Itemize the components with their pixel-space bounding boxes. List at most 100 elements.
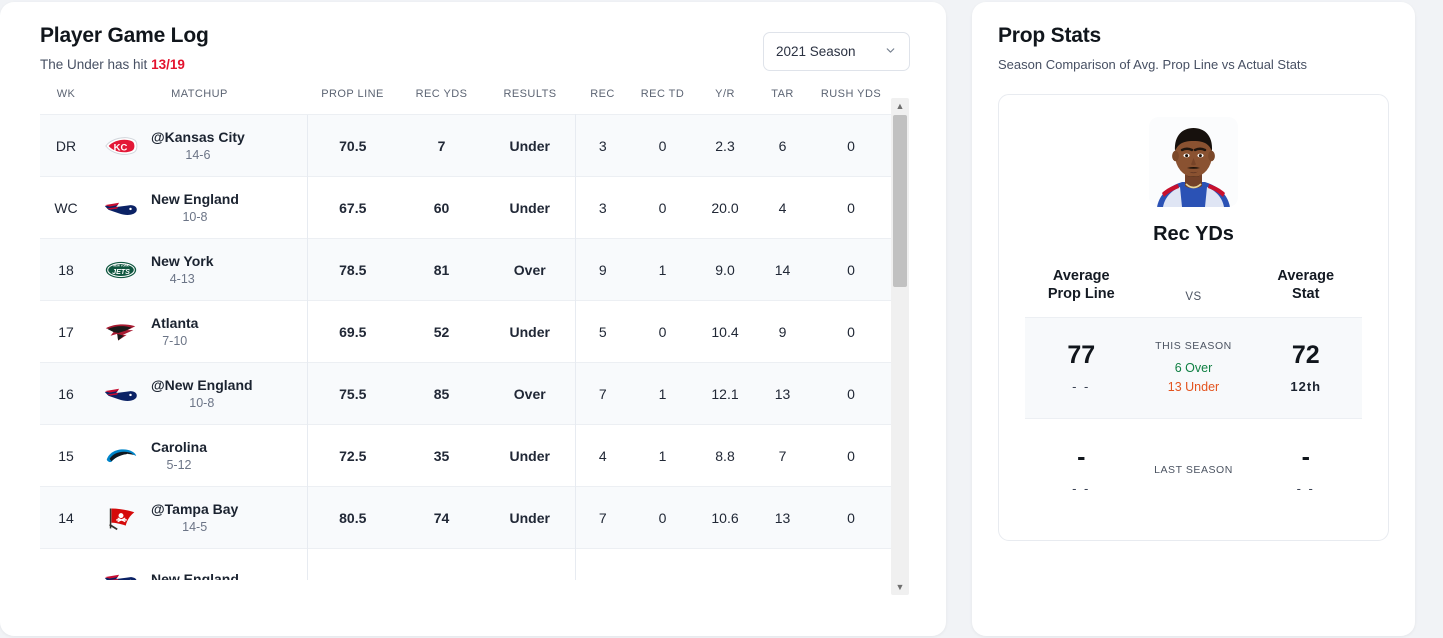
cell-rush-yds: 0 [810,424,892,487]
cell-result: Over [485,362,576,425]
this-season-under-count: 13 Under [1167,380,1220,395]
team-logo-icon [102,503,140,533]
team-logo-icon: KC [102,131,140,161]
team-name: New England [151,571,239,580]
cell-matchup: Carolina 5-12 [92,424,307,487]
avg-stat-label-line2: Stat [1292,285,1320,302]
cell-rush-yds [810,548,892,580]
cell-yr: 2.3 [695,114,755,177]
team-name: New York [151,252,214,269]
column-header-matchup[interactable]: MATCHUP [92,88,307,115]
team-logo-icon [102,379,140,409]
cell-rec-td: 1 [630,238,695,301]
table-row[interactable]: WC New England 10-8 67.5 60 Under 3 0 20.0 4 0 [40,176,892,239]
column-header-results[interactable]: RESULTS [485,88,575,115]
team-info: New England [151,571,239,580]
team-info: Atlanta 7-10 [151,315,198,349]
team-record: 14-6 [185,148,211,163]
last-season-label: LAST SEASON [1154,463,1233,476]
team-record: 5-12 [166,458,192,473]
cell-yr: 12.1 [695,362,755,425]
column-header-prop-line[interactable]: PROP LINE [307,88,398,115]
cell-tar: 13 [755,362,810,425]
table-row[interactable]: DR KC @Kansas City 14-6 70.5 7 Under 3 0 2.3 6 0 [40,114,892,177]
table-header: WK MATCHUP PROP LINE REC YDS RESULTS REC… [40,88,892,115]
cell-prop-line: 78.5 [306,238,398,301]
comparison-header-left: Average Prop Line [1025,268,1138,303]
team-logo-icon [102,193,140,223]
cell-rec: 4 [575,424,630,487]
team-name: @Tampa Bay [151,500,239,517]
comparison-header-mid: VS [1138,291,1250,303]
team-name: @New England [151,376,253,393]
table-header-row: WK MATCHUP PROP LINE REC YDS RESULTS REC… [40,88,892,115]
team-record: 4-13 [169,272,195,287]
team-info: New England 10-8 [151,191,239,225]
table-row[interactable]: 17 Atlanta 7-10 69.5 52 Under 5 0 10.4 9 0 [40,300,892,363]
cell-rec-yds: 85 [398,362,485,425]
column-header-rec[interactable]: REC [575,88,630,115]
last-season-row: - - - LAST SEASON - - - [1025,419,1362,514]
cell-rec-td: 0 [630,300,695,363]
cell-rec-yds: 74 [398,486,485,549]
comparison-header-right: Average Stat [1250,268,1363,303]
cell-matchup: NEW YORK JETS New York 4-13 [92,238,307,301]
comparison-header: Average Prop Line VS Average Stat [1025,268,1362,303]
table-row[interactable]: 18 NEW YORK JETS New York 4-13 78.5 81 Over 9 1 9.… [40,238,892,301]
cell-rec: 3 [575,176,630,239]
this-season-prop-line-sub: - - [1072,378,1091,394]
scrollbar-thumb[interactable] [893,115,907,287]
last-season-mid: LAST SEASON [1138,464,1250,476]
cell-matchup: KC @Kansas City 14-6 [92,114,307,177]
table-row[interactable]: 16 @New England 10-8 75.5 85 Over 7 1 12.1 13 0 [40,362,892,425]
column-header-rec-yds[interactable]: REC YDS [398,88,485,115]
column-header-rush-yds[interactable]: RUSH YDS [810,88,892,115]
table-scrollbar[interactable]: ▲ ▼ [891,98,909,595]
prop-stats-inner-card: Rec YDs Average Prop Line VS Average Sta… [998,94,1389,542]
team-info: Carolina 5-12 [151,439,207,473]
cell-rec: 9 [575,238,630,301]
vs-label: VS [1185,291,1202,304]
cell-rec: 7 [575,362,630,425]
avg-stat-label-line1: Average [1277,268,1335,284]
team-name: Carolina [151,438,208,455]
cell-rush-yds: 0 [810,238,892,301]
cell-rec-td: 1 [630,424,695,487]
season-select[interactable]: 2021 Season [763,32,910,71]
cell-yr: 8.8 [695,424,755,487]
under-hit-count: 13/19 [151,57,185,72]
cell-rec [575,548,630,580]
this-season-mid: THIS SEASON 6 Over 13 Under [1138,340,1250,394]
table-row[interactable]: 14 @Tampa Bay 14-5 80.5 74 Under 7 0 10.6 13 0 [40,486,892,549]
column-header-rec-td[interactable]: REC TD [630,88,695,115]
cell-result: Under [485,176,576,239]
team-info: @Tampa Bay 14-5 [151,501,238,535]
table-row[interactable]: 15 Carolina 5-12 72.5 35 Under 4 1 8.8 7 0 [40,424,892,487]
column-header-yr[interactable]: Y/R [695,88,755,115]
game-log-header: Player Game Log The Under has hit 13/19 … [0,24,946,72]
column-header-tar[interactable]: TAR [755,88,810,115]
prop-stats-subtitle: Season Comparison of Avg. Prop Line vs A… [998,57,1308,72]
this-season-row: 77 - - THIS SEASON 6 Over 13 Under 72 12… [1025,317,1362,420]
table-body: DR KC @Kansas City 14-6 70.5 7 Under 3 0 2.3 6 0 WC N… [40,114,892,580]
cell-wk: DR [40,114,92,177]
cell-wk [40,548,92,580]
cell-matchup: Atlanta 7-10 [92,300,307,363]
cell-rec-td: 0 [630,114,695,177]
table-row[interactable]: New England [40,548,892,580]
svg-text:JETS: JETS [112,268,130,276]
game-log-table-scroll-area[interactable]: WK MATCHUP PROP LINE REC YDS RESULTS REC… [0,88,946,580]
cell-rec-td: 1 [630,362,695,425]
scroll-down-icon[interactable]: ▼ [891,579,909,595]
cell-matchup: @Tampa Bay 14-5 [92,486,307,549]
team-logo-icon: NEW YORK JETS [102,255,140,285]
cell-result: Under [485,114,576,177]
cell-tar: 6 [755,114,810,177]
cell-result: Under [485,424,576,487]
column-header-wk[interactable]: WK [40,88,92,115]
scroll-up-icon[interactable]: ▲ [891,98,909,114]
team-logo-icon [102,441,140,471]
cell-yr: 9.0 [695,238,755,301]
player-headshot-wrap [1025,117,1362,207]
cell-tar [755,548,810,580]
